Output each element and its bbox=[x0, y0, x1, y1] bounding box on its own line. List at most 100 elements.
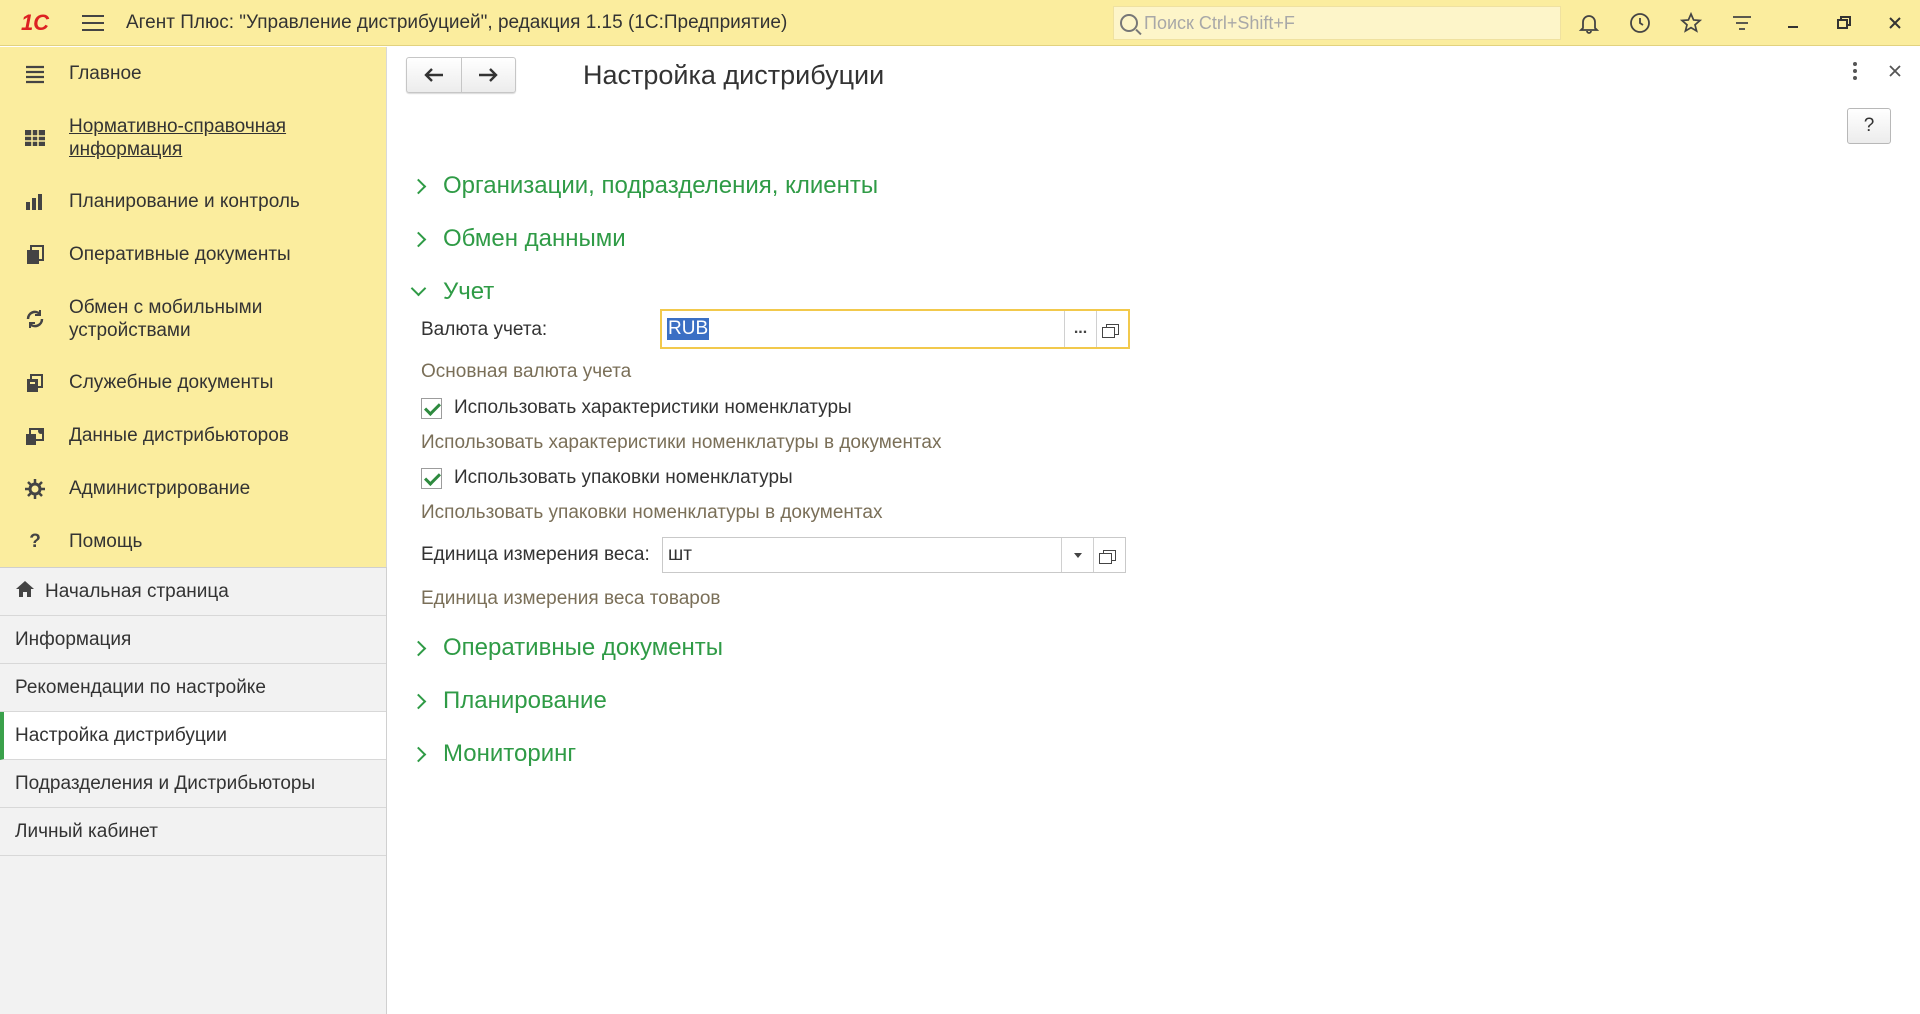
open-windows-panel: Начальная страница Информация Рекомендац… bbox=[0, 567, 387, 1014]
star-icon[interactable] bbox=[1665, 0, 1716, 46]
arrow-right-icon bbox=[479, 68, 498, 82]
section-operational-docs[interactable]: Оперативные документы bbox=[0, 228, 386, 281]
chevron-down-icon bbox=[413, 282, 435, 303]
group-title: Мониторинг bbox=[443, 740, 577, 767]
section-label: Данные дистрибьюторов bbox=[69, 424, 289, 446]
section-label: Обмен с мобильными устройствами bbox=[69, 296, 263, 341]
nav-buttons bbox=[406, 57, 516, 93]
main-menu-icon[interactable] bbox=[70, 0, 116, 46]
window-item-label: Подразделения и Дистрибьюторы bbox=[15, 772, 316, 794]
window-item-info[interactable]: Информация bbox=[0, 616, 386, 664]
weight-unit-value[interactable]: шт bbox=[663, 538, 1061, 572]
chevron-right-icon bbox=[413, 744, 435, 765]
gear-icon bbox=[22, 476, 48, 502]
title-bar: 1С Агент Плюс: "Управление дистрибуцией"… bbox=[0, 0, 1920, 46]
currency-hint: Основная валюта учета bbox=[421, 361, 632, 382]
form-close-icon[interactable] bbox=[1888, 61, 1902, 84]
window-item-label: Начальная страница bbox=[45, 580, 229, 602]
bar-chart-icon bbox=[22, 189, 48, 215]
close-icon[interactable] bbox=[1869, 0, 1920, 46]
use-characteristics-hint: Использовать характеристики номенклатуры… bbox=[421, 432, 942, 453]
group-organizations[interactable]: Организации, подразделения, клиенты bbox=[413, 172, 878, 200]
use-packages-hint: Использовать упаковки номенклатуры в док… bbox=[421, 502, 883, 523]
home-icon bbox=[15, 580, 35, 604]
weight-unit-field[interactable]: шт bbox=[662, 537, 1126, 573]
catalog-icon bbox=[22, 125, 48, 151]
search-placeholder: Поиск Ctrl+Shift+F bbox=[1144, 12, 1295, 33]
history-icon[interactable] bbox=[1614, 0, 1665, 46]
use-characteristics-label: Использовать характеристики номенклатуры bbox=[454, 397, 852, 418]
use-characteristics-checkbox[interactable] bbox=[421, 397, 442, 419]
section-label: Служебные документы bbox=[69, 371, 274, 393]
window-item-personal-account[interactable]: Личный кабинет bbox=[0, 808, 386, 856]
dropdown-arrow-icon bbox=[1073, 552, 1082, 558]
chevron-right-icon bbox=[413, 638, 435, 659]
window-item-recommendations[interactable]: Рекомендации по настройке bbox=[0, 664, 386, 712]
group-accounting[interactable]: Учет bbox=[413, 278, 494, 306]
section-label: Планирование и контроль bbox=[69, 190, 300, 212]
help-button[interactable]: ? bbox=[1847, 108, 1891, 144]
section-label: Главное bbox=[69, 62, 142, 84]
currency-field[interactable]: RUB ... bbox=[660, 309, 1130, 349]
window-item-distribution-settings[interactable]: Настройка дистрибуции bbox=[0, 712, 386, 760]
group-title: Планирование bbox=[443, 687, 607, 714]
section-help[interactable]: ? Помощь bbox=[0, 515, 386, 568]
question-icon: ? bbox=[29, 530, 41, 552]
menu-lines-icon bbox=[22, 61, 48, 87]
back-button[interactable] bbox=[407, 58, 461, 92]
group-data-exchange[interactable]: Обмен данными bbox=[413, 225, 626, 253]
sections-panel: Главное Нормативно-справочная информация… bbox=[0, 47, 387, 567]
distributor-data-icon bbox=[22, 423, 48, 449]
section-distributor-data[interactable]: Данные дистрибьюторов bbox=[0, 409, 386, 462]
weight-unit-open-button[interactable] bbox=[1093, 538, 1125, 572]
use-packages-label: Использовать упаковки номенклатуры bbox=[454, 467, 793, 488]
section-service-docs[interactable]: Служебные документы bbox=[0, 356, 386, 409]
arrow-left-icon bbox=[424, 68, 443, 82]
window-item-home[interactable]: Начальная страница bbox=[0, 568, 386, 616]
currency-select-button[interactable]: ... bbox=[1064, 311, 1096, 347]
group-monitoring[interactable]: Мониторинг bbox=[413, 740, 576, 768]
app-title: Агент Плюс: "Управление дистрибуцией", р… bbox=[126, 11, 788, 33]
forward-button[interactable] bbox=[460, 58, 516, 92]
open-icon bbox=[1099, 549, 1116, 564]
logo-1c[interactable]: 1С bbox=[0, 0, 70, 46]
group-operational-docs[interactable]: Оперативные документы bbox=[413, 634, 723, 662]
open-icon bbox=[1102, 323, 1119, 338]
currency-open-button[interactable] bbox=[1096, 311, 1128, 347]
window-item-label: Рекомендации по настройке bbox=[15, 676, 266, 698]
window-item-divisions-distributors[interactable]: Подразделения и Дистрибьюторы bbox=[0, 760, 386, 808]
weight-unit-dropdown-button[interactable] bbox=[1061, 538, 1093, 572]
group-title: Учет bbox=[443, 278, 495, 305]
service-docs-icon bbox=[22, 370, 48, 396]
form-title: Настройка дистрибуции bbox=[583, 60, 885, 90]
more-vertical-icon[interactable] bbox=[1852, 61, 1858, 87]
minimize-icon[interactable] bbox=[1767, 0, 1818, 46]
currency-value[interactable]: RUB bbox=[662, 311, 1064, 347]
form-area: Настройка дистрибуции ? Организации, под… bbox=[388, 47, 1920, 1014]
section-planning[interactable]: Планирование и контроль bbox=[0, 175, 386, 228]
use-packages-checkbox[interactable] bbox=[421, 467, 442, 489]
section-label: Оперативные документы bbox=[69, 243, 291, 265]
group-title: Организации, подразделения, клиенты bbox=[443, 172, 879, 199]
chevron-right-icon bbox=[413, 176, 435, 197]
restore-icon[interactable] bbox=[1818, 0, 1869, 46]
section-label: Нормативно-справочная информация bbox=[69, 115, 287, 160]
use-packages-checkbox-row[interactable]: Использовать упаковки номенклатуры bbox=[421, 467, 793, 489]
section-reference-info[interactable]: Нормативно-справочная информация bbox=[0, 100, 386, 175]
currency-selected-text: RUB bbox=[667, 318, 710, 340]
weight-unit-hint: Единица измерения веса товаров bbox=[421, 588, 721, 609]
search-input[interactable]: Поиск Ctrl+Shift+F bbox=[1113, 6, 1561, 40]
window-item-label: Информация bbox=[15, 628, 132, 650]
section-label: Помощь bbox=[69, 530, 143, 552]
section-administration[interactable]: Администрирование bbox=[0, 462, 386, 515]
use-characteristics-checkbox-row[interactable]: Использовать характеристики номенклатуры bbox=[421, 397, 852, 419]
group-planning[interactable]: Планирование bbox=[413, 687, 607, 715]
section-mobile-exchange[interactable]: Обмен с мобильными устройствами bbox=[0, 281, 386, 356]
section-label: Администрирование bbox=[69, 477, 251, 499]
documents-icon bbox=[22, 242, 48, 268]
settings-lines-icon[interactable] bbox=[1716, 0, 1767, 46]
bell-icon[interactable] bbox=[1563, 0, 1614, 46]
section-main[interactable]: Главное bbox=[0, 47, 386, 100]
currency-label: Валюта учета: bbox=[421, 319, 548, 340]
chevron-right-icon bbox=[413, 229, 435, 250]
